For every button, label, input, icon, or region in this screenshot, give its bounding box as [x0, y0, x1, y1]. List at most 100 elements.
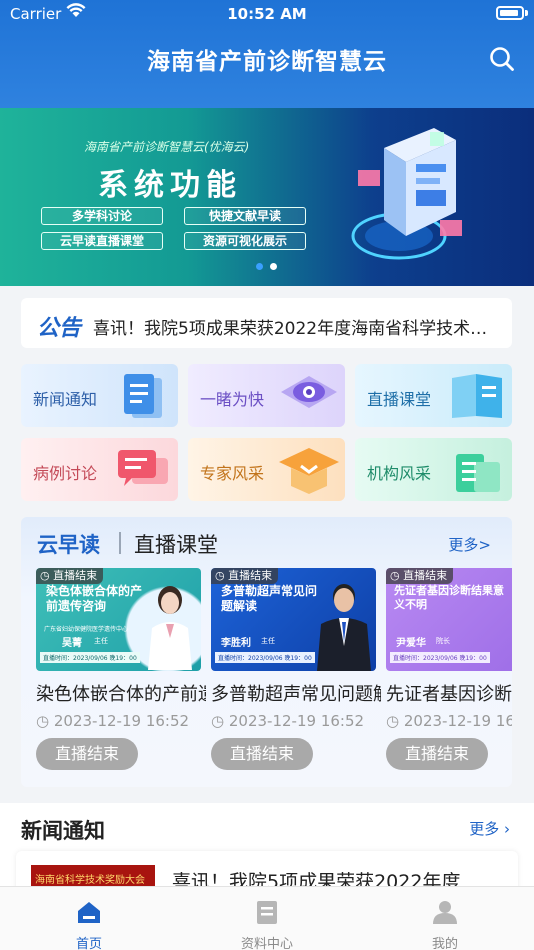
bottom-tab-bar: 首页 资料中心 我的: [0, 886, 534, 950]
thumbnail-role: 主任: [261, 637, 275, 645]
isometric-illustration: [351, 128, 462, 260]
live-card-time-value: 2023-12-19 16:52: [53, 712, 190, 730]
status-bar: Carrier 10:52 AM: [0, 0, 534, 28]
thumbnail-speaker: 吴菁: [62, 638, 82, 649]
news-section-title: 新闻通知: [21, 819, 105, 843]
live-card-time-value: 2023-12-19 16:52: [403, 712, 512, 730]
live-card-time-value: 2023-12-19 16:52: [228, 712, 365, 730]
live-status-tag: ◷ 直播结束: [386, 568, 454, 584]
grid-item-label: 直播课堂: [367, 390, 432, 409]
tab-resources[interactable]: 资料中心: [178, 887, 356, 950]
banner-title: 系统功能: [98, 168, 242, 203]
thumbnail-time: 直播时间：2023/09/06 晚19：00: [390, 652, 490, 663]
notice-text[interactable]: 喜讯！我院5项成果荣获2022年度海南省科学技术奖励: [93, 314, 497, 339]
thumbnail-title: 多普勒超声常见问题解读: [221, 584, 318, 613]
live-card-time: ◷ 2023-12-19 16:52: [36, 712, 189, 730]
building-icon: [456, 454, 500, 492]
tab-home[interactable]: 首页: [0, 887, 178, 950]
grid-item-preview[interactable]: 一睹为快: [188, 364, 345, 427]
news-thumbnail-text: 海南省科学技术奖励大会: [35, 875, 145, 886]
live-tag-label: 直播结束: [403, 569, 448, 582]
live-card-time: ◷ 2023-12-19 16:52: [386, 712, 512, 730]
thumbnail-title: 先证者基因诊断结果意义不明: [394, 584, 504, 611]
tab-cloud-reading[interactable]: 云早读: [37, 529, 100, 559]
tab-profile[interactable]: 我的: [356, 887, 534, 950]
grid-item-institutions[interactable]: 机构风采: [355, 438, 512, 501]
thumbnail-time: 直播时间：2023/09/06 晚19：00: [40, 652, 140, 663]
live-status-tag: ◷ 直播结束: [36, 568, 104, 584]
thumbnail-role: 院长: [436, 637, 450, 645]
live-card[interactable]: 先证者基因诊断结果意义不明 尹爱华 院长 直播时间：2023/09/06 晚19…: [386, 568, 512, 787]
tab-home-label: 首页: [75, 937, 102, 950]
home-icon: [78, 902, 100, 923]
live-thumbnail[interactable]: 先证者基因诊断结果意义不明 尹爱华 院长 直播时间：2023/09/06 晚19…: [386, 568, 512, 671]
tab-resources-label: 资料中心: [240, 937, 293, 950]
grid-item-experts[interactable]: 专家风采: [188, 438, 345, 501]
app-header: Carrier 10:52 AM 海南省产前诊断智慧云: [0, 0, 534, 108]
speaker-photo: [317, 584, 371, 671]
banner-feature: 资源可视化展示: [184, 232, 306, 250]
live-card-title[interactable]: 先证者基因诊断结果意义不明: [386, 680, 512, 706]
grid-item-label: 机构风采: [367, 464, 432, 483]
live-thumbnail[interactable]: 多普勒超声常见问题解读 李胜利 主任 直播时间：2023/09/06 晚19：0…: [211, 568, 376, 671]
speaker-photo: [148, 586, 192, 670]
clock-icon: ◷: [211, 712, 225, 730]
news-more-link[interactable]: 更多 ›: [469, 818, 510, 839]
tab-profile-label: 我的: [431, 937, 458, 950]
graduation-cap-icon: [279, 448, 339, 494]
live-thumbnail[interactable]: 染色体嵌合体的产前遗传咨询 广东省妇幼保健院医学遗传中心 吴菁 主任 直播时间：…: [36, 568, 201, 671]
grid-item-label: 病例讨论: [33, 464, 98, 483]
live-card-title[interactable]: 染色体嵌合体的产前遗传咨询: [36, 680, 206, 706]
document-icon: [124, 374, 162, 418]
live-ended-button[interactable]: 直播结束: [386, 738, 488, 770]
live-ended-button[interactable]: 直播结束: [36, 738, 138, 770]
clock-icon: ◷: [386, 712, 400, 730]
battery-icon: [496, 6, 524, 20]
live-card-time: ◷ 2023-12-19 16:52: [211, 712, 364, 730]
thumbnail-speaker: 尹爱华: [396, 638, 426, 649]
live-ended-button[interactable]: 直播结束: [211, 738, 313, 770]
live-card-title[interactable]: 多普勒超声常见问题解读: [211, 680, 381, 706]
grid-item-label: 新闻通知: [33, 390, 98, 409]
page-title: 海南省产前诊断智慧云: [147, 49, 387, 75]
banner-carousel[interactable]: 海南省产前诊断智慧云(优海云) 系统功能 多学科讨论 快捷文献早读 云早读直播课…: [0, 108, 534, 286]
tab-separator: [119, 532, 121, 554]
grid-item-label: 一睹为快: [200, 390, 265, 409]
user-icon: [433, 901, 457, 924]
carousel-dots: [256, 255, 284, 274]
battery-tip: [525, 10, 528, 16]
more-link[interactable]: 更多>: [448, 534, 491, 555]
book-icon: [452, 374, 502, 418]
live-tag-label: 直播结束: [228, 569, 273, 582]
live-card[interactable]: 多普勒超声常见问题解读 李胜利 主任 直播时间：2023/09/06 晚19：0…: [211, 568, 381, 787]
thumbnail-time: 直播时间：2023/09/06 晚19：00: [215, 652, 315, 663]
chat-icon: [118, 450, 168, 486]
document-icon: [257, 901, 277, 924]
live-status-tag: ◷ 直播结束: [211, 568, 279, 584]
banner-feature: 快捷文献早读: [184, 207, 306, 225]
live-tag-label: 直播结束: [53, 569, 98, 582]
clock-icon: ◷: [36, 712, 50, 730]
search-icon[interactable]: [488, 45, 516, 73]
tab-live-class[interactable]: 直播课堂: [134, 529, 218, 559]
thumbnail-speaker: 李胜利: [221, 638, 251, 649]
notice-bar[interactable]: 公告 喜讯！我院5项成果荣获2022年度海南省科学技术奖励: [21, 298, 512, 348]
grid-item-news[interactable]: 新闻通知: [21, 364, 178, 427]
status-time: 10:52 AM: [227, 5, 307, 23]
live-card[interactable]: 染色体嵌合体的产前遗传咨询 广东省妇幼保健院医学遗传中心 吴菁 主任 直播时间：…: [36, 568, 206, 787]
cloud-reading-section: 云早读 直播课堂 更多> 染色体嵌合体的产前遗传咨询 广东省妇幼保健院医学遗传中…: [21, 517, 512, 787]
chevron-right-icon: ›: [504, 820, 510, 838]
banner-subtitle: 海南省产前诊断智慧云(优海云): [84, 140, 250, 154]
notice-label: 公告: [37, 316, 82, 341]
thumbnail-org: 广东省妇幼保健院医学遗传中心: [44, 626, 129, 633]
grid-item-live-class[interactable]: 直播课堂: [355, 364, 512, 427]
news-more-label: 更多: [469, 820, 500, 838]
grid-item-case-discussion[interactable]: 病例讨论: [21, 438, 178, 501]
banner-feature: 多学科讨论: [41, 207, 163, 225]
banner-feature: 云早读直播课堂: [41, 232, 163, 250]
eye-icon: [281, 376, 337, 408]
thumbnail-role: 主任: [94, 637, 108, 645]
carousel-dot-active[interactable]: [256, 263, 263, 270]
thumbnail-title: 染色体嵌合体的产前遗传咨询: [46, 584, 143, 613]
carousel-dot[interactable]: [270, 263, 277, 270]
